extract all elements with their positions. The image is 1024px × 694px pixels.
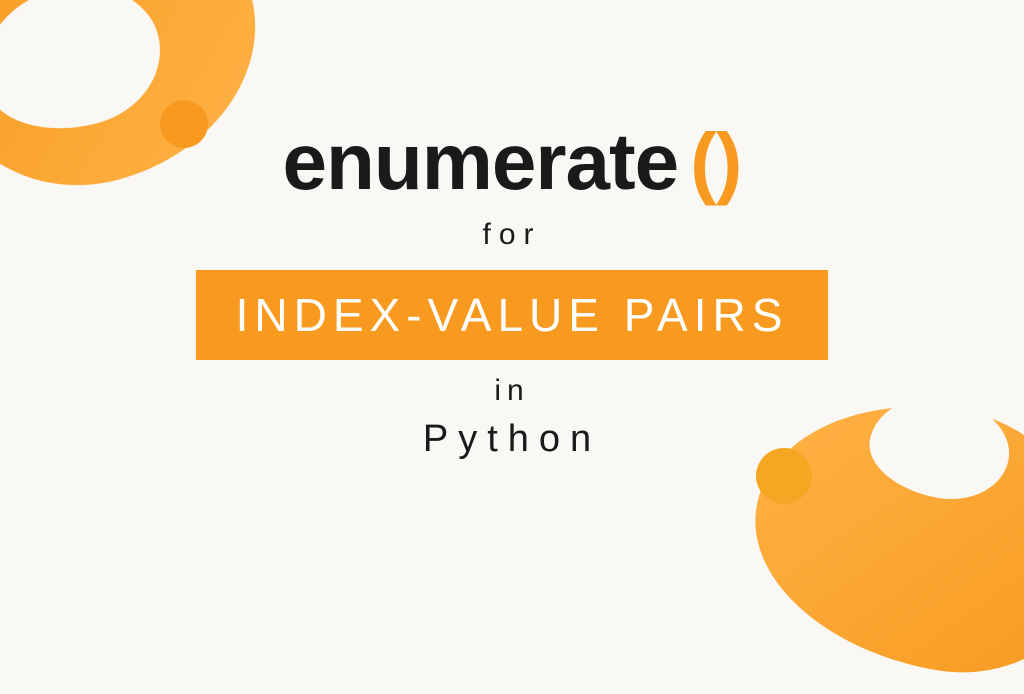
language-label: Python (423, 418, 601, 461)
banner-highlight: INDEX-VALUE PAIRS (196, 270, 829, 360)
parentheses-accent: () (690, 117, 741, 206)
main-content: enumerate() for INDEX-VALUE PAIRS in Pyt… (0, 0, 1024, 576)
subtitle-in: in (494, 374, 529, 408)
function-name-text: enumerate (283, 117, 679, 206)
title-heading: enumerate() (283, 116, 742, 208)
subtitle-for: for (482, 218, 541, 252)
